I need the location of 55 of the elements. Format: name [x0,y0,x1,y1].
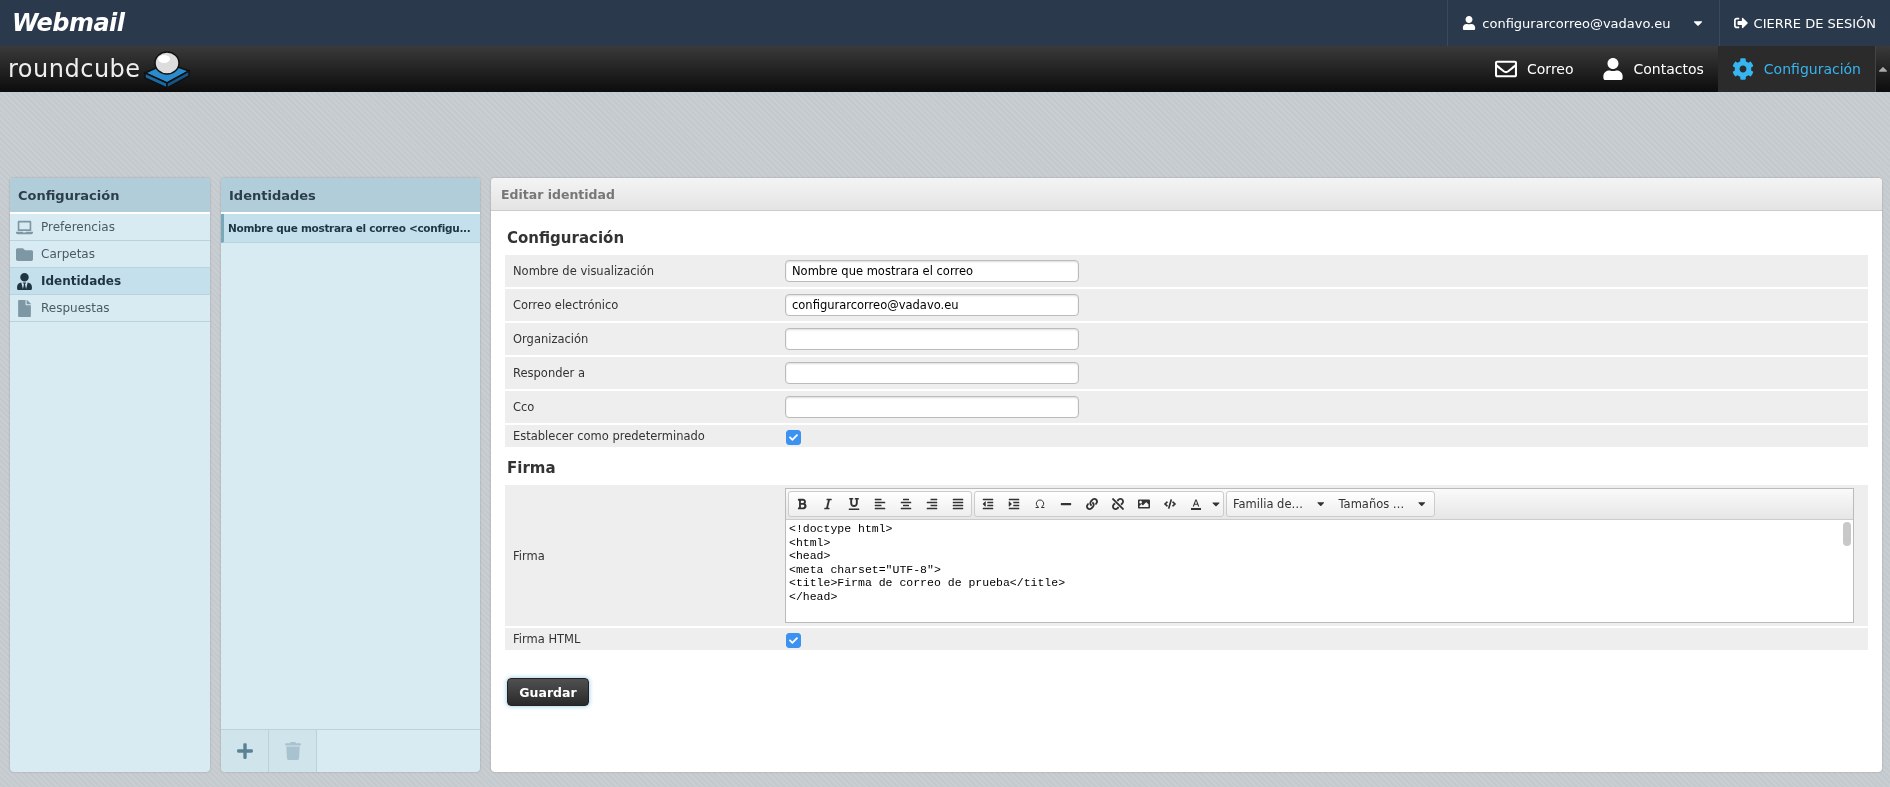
brand-name: roundcube [8,55,141,83]
panel-title: Editar identidad [491,178,1882,211]
person-icon [1601,58,1624,80]
checkbox[interactable] [786,632,801,648]
field-label: Firma HTML [512,632,582,646]
field-label: Responder a [512,366,586,380]
sidebar-item[interactable]: Respuestas [10,295,210,322]
code-line: <html> [789,535,831,550]
sidebar-item[interactable]: Identidades [10,268,210,295]
nav-tab[interactable]: Contactos [1587,46,1718,92]
field-label: Nombre de visualización [512,264,656,278]
checkbox[interactable] [786,429,801,445]
plus-icon [235,742,254,760]
trash-icon [283,742,302,760]
check-icon [789,635,798,645]
user-icon [1462,16,1477,30]
save-button[interactable]: Guardar [507,678,589,706]
text-field[interactable]: Nombre que mostrara el correo [785,260,1079,282]
document-icon [16,299,33,317]
field-label: Cco [512,400,536,414]
code-line: <meta charset="UTF-8"> [789,562,941,577]
section-title: Configuración [506,228,626,249]
font-dropdown[interactable]: Familia de… [1227,492,1333,516]
section-title: Firma [506,458,557,479]
code-line: <head> [789,549,831,563]
laptop-icon [16,218,33,236]
webmail-logo: Webmail [12,9,125,37]
person-icon [16,272,33,290]
nav-tab[interactable]: Correo [1481,46,1588,92]
envelope-icon [1495,58,1518,80]
panel-title: Identidades [221,178,480,214]
field-label: Establecer como predeterminado [512,429,706,443]
add-button[interactable] [221,730,269,772]
text-field[interactable]: configurarcorreo@vadavo.eu [785,294,1079,316]
text-field[interactable] [785,362,1079,384]
cube-logo-icon [142,49,191,89]
field-label: Organización [512,332,590,346]
field-label: Correo electrónico [512,298,620,312]
sidebar-item[interactable]: Preferencias [10,214,210,241]
nav-tab[interactable]: Configuración [1717,46,1875,92]
logout-icon [1733,16,1748,30]
identity-item[interactable]: Nombre que mostrara el correo <configu... [221,214,480,243]
text-field[interactable] [785,396,1079,418]
field-label: Firma [512,548,546,563]
gear-icon [1731,58,1754,80]
font-dropdown[interactable]: Tamaños … [1332,492,1434,516]
code-line: </head> [789,589,838,604]
scrollbar-thumb[interactable] [1843,522,1851,546]
folder-icon [16,245,33,263]
code-line: <!doctype html> [789,522,893,536]
signature-editor[interactable]: Familia de… Tamaños … <!doctype html> <html> <head> <meta charset="UTF-8"> <title>Firma de correo de prueba</title> </head> [785,488,1854,623]
code-line: <title>Firma de correo de prueba</title> [789,576,1066,590]
text-field[interactable] [785,328,1079,350]
check-icon [789,432,798,442]
panel-title: Configuración [10,178,210,214]
